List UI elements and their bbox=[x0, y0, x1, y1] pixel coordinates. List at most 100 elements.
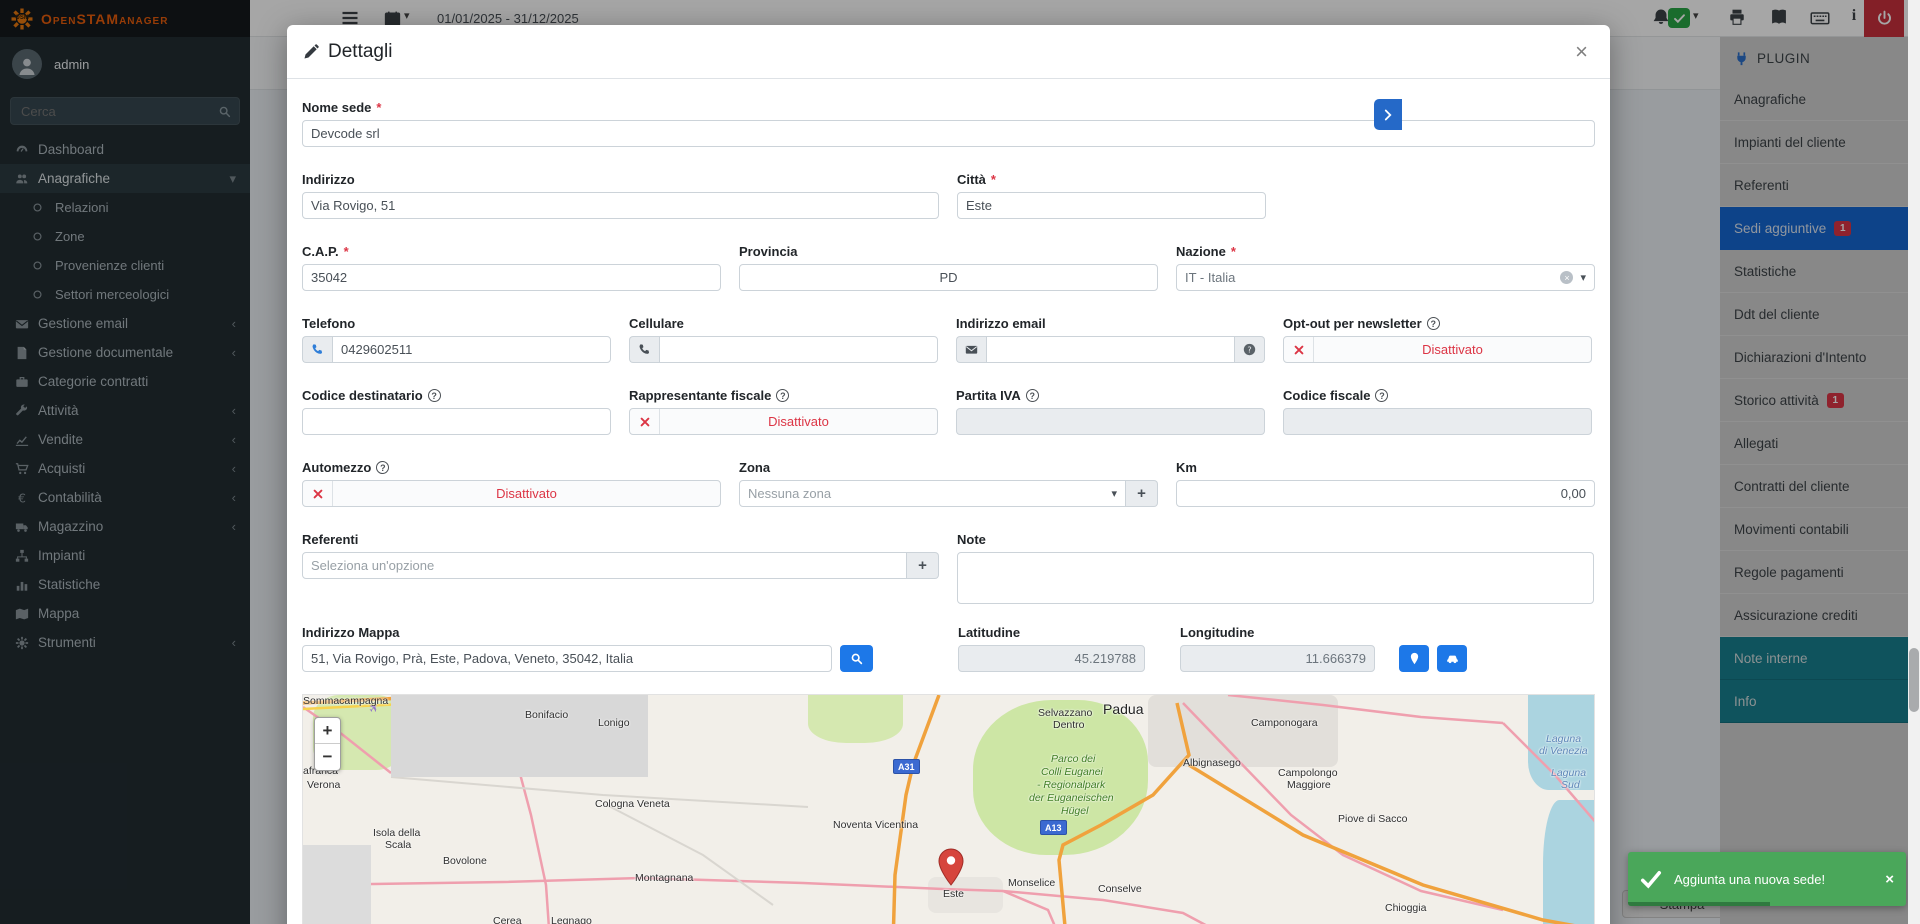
citta-label: Città bbox=[957, 172, 986, 187]
indirizzo-mappa-input[interactable] bbox=[302, 645, 832, 672]
partita-iva-label: Partita IVA bbox=[956, 388, 1021, 403]
map-label: Colli Euganei bbox=[1041, 766, 1103, 778]
km-label: Km bbox=[1176, 460, 1197, 475]
telefono-input[interactable] bbox=[332, 336, 611, 363]
indirizzo-label: Indirizzo bbox=[302, 172, 355, 187]
map-zoom-control[interactable]: + − bbox=[314, 717, 341, 771]
nazione-label: Nazione bbox=[1176, 244, 1226, 259]
help-question-icon[interactable]: ? bbox=[376, 461, 389, 474]
rappresentante-fiscale-toggle[interactable]: Disattivato bbox=[629, 408, 938, 435]
location-marker-pin bbox=[938, 848, 964, 886]
latitudine-label: Latitudine bbox=[958, 625, 1020, 640]
optout-toggle[interactable]: Disattivato bbox=[1283, 336, 1592, 363]
panel-toggle-button[interactable] bbox=[1374, 99, 1402, 130]
phone-icon bbox=[311, 343, 324, 356]
page-scrollbar[interactable] bbox=[1908, 0, 1920, 924]
add-zona-button[interactable]: + bbox=[1126, 480, 1158, 507]
referenti-select[interactable]: Seleziona un'opzione bbox=[302, 552, 907, 579]
note-textarea[interactable] bbox=[957, 552, 1594, 604]
geocode-search-button[interactable] bbox=[840, 645, 873, 672]
map-label: Verona bbox=[307, 779, 340, 791]
scrollbar-thumb[interactable] bbox=[1909, 648, 1919, 712]
field-partita-iva: Partita IVA? bbox=[956, 387, 1265, 435]
check-icon bbox=[1640, 868, 1662, 890]
x-icon bbox=[630, 409, 660, 434]
field-cap: C.A.P.* bbox=[302, 243, 721, 291]
motorway-badge-a31: A31 bbox=[893, 759, 920, 774]
indirizzo-input[interactable] bbox=[302, 192, 939, 219]
dettagli-modal: Dettagli × Nome sede * Indirizzo Città * bbox=[287, 25, 1610, 924]
cap-input[interactable] bbox=[302, 264, 721, 291]
search-icon bbox=[850, 652, 863, 665]
map-pin-button[interactable] bbox=[1399, 645, 1429, 672]
map[interactable]: + − ✈ SommacampagnaafrancaVeronaBonifaci… bbox=[302, 694, 1595, 924]
map-label: Isola della bbox=[373, 827, 420, 839]
map-label: Hügel bbox=[1061, 805, 1088, 817]
map-label: Parco dei bbox=[1051, 753, 1095, 765]
field-cellulare: Cellulare bbox=[629, 315, 938, 363]
modal-header: Dettagli × bbox=[287, 25, 1610, 79]
required-asterisk: * bbox=[991, 172, 996, 187]
note-label: Note bbox=[957, 532, 986, 547]
help-question-icon[interactable]: ? bbox=[1427, 317, 1440, 330]
help-question-icon[interactable]: ? bbox=[1375, 389, 1388, 402]
field-optout: Opt-out per newsletter? Disattivato bbox=[1283, 315, 1592, 363]
map-label: Camponogara bbox=[1251, 717, 1318, 729]
map-label: Laguna bbox=[1551, 767, 1586, 779]
map-label: Laguna bbox=[1546, 733, 1581, 745]
svg-text:?: ? bbox=[1247, 344, 1251, 354]
envelope-icon bbox=[965, 343, 978, 356]
zoom-in-button[interactable]: + bbox=[315, 718, 340, 744]
unloaded-tile bbox=[303, 845, 371, 924]
nazione-select[interactable]: IT - Italia × ▾ bbox=[1176, 264, 1595, 291]
field-email: Indirizzo email ? bbox=[956, 315, 1265, 363]
plus-icon: + bbox=[1137, 485, 1146, 502]
zona-label: Zona bbox=[739, 460, 770, 475]
motorway-badge-a13: A13 bbox=[1040, 820, 1067, 835]
field-referenti: Referenti Seleziona un'opzione + bbox=[302, 531, 939, 604]
field-codice-fiscale: Codice fiscale? bbox=[1283, 387, 1592, 435]
help-question-icon[interactable]: ? bbox=[428, 389, 441, 402]
map-label: Legnago bbox=[551, 915, 592, 924]
zona-placeholder: Nessuna zona bbox=[748, 486, 831, 501]
phone-icon bbox=[638, 343, 651, 356]
codice-fiscale-input bbox=[1283, 408, 1592, 435]
map-label: Montagnana bbox=[635, 872, 693, 884]
close-icon[interactable]: × bbox=[1885, 871, 1894, 888]
map-label: Este bbox=[943, 888, 964, 900]
add-referente-button[interactable]: + bbox=[907, 552, 939, 579]
map-label: Noventa Vicentina bbox=[833, 819, 918, 831]
optout-label: Opt-out per newsletter bbox=[1283, 316, 1422, 331]
nome-sede-label: Nome sede bbox=[302, 100, 371, 115]
codice-destinatario-input[interactable] bbox=[302, 408, 611, 435]
required-asterisk: * bbox=[344, 244, 349, 259]
pencil-icon bbox=[303, 44, 319, 60]
help-question-icon[interactable]: ? bbox=[1026, 389, 1039, 402]
cellulare-input[interactable] bbox=[659, 336, 938, 363]
cellulare-label: Cellulare bbox=[629, 316, 684, 331]
provincia-input[interactable] bbox=[739, 264, 1158, 291]
map-label: di Venezia bbox=[1539, 745, 1588, 757]
partita-iva-input bbox=[956, 408, 1265, 435]
zona-select[interactable]: Nessuna zona ▾ bbox=[739, 480, 1126, 507]
route-car-button[interactable] bbox=[1437, 645, 1467, 672]
clear-selection-icon[interactable]: × bbox=[1560, 271, 1573, 284]
success-toast[interactable]: Aggiunta una nuova sede! × bbox=[1628, 852, 1906, 906]
km-input[interactable] bbox=[1176, 480, 1595, 507]
optout-state: Disattivato bbox=[1314, 337, 1591, 362]
toast-message: Aggiunta una nuova sede! bbox=[1674, 872, 1825, 887]
help-question-icon[interactable]: ? bbox=[776, 389, 789, 402]
map-label: Bonifacio bbox=[525, 709, 568, 721]
car-icon bbox=[1446, 652, 1459, 665]
email-input[interactable] bbox=[986, 336, 1235, 363]
nazione-value: IT - Italia bbox=[1185, 270, 1235, 285]
codice-fiscale-label: Codice fiscale bbox=[1283, 388, 1370, 403]
required-asterisk: * bbox=[376, 100, 381, 115]
longitudine-input bbox=[1180, 645, 1375, 672]
field-km: Km bbox=[1176, 459, 1595, 507]
close-icon[interactable]: × bbox=[1569, 41, 1594, 63]
automezzo-toggle[interactable]: Disattivato bbox=[302, 480, 721, 507]
field-provincia: Provincia bbox=[739, 243, 1158, 291]
citta-input[interactable] bbox=[957, 192, 1266, 219]
zoom-out-button[interactable]: − bbox=[315, 744, 340, 770]
